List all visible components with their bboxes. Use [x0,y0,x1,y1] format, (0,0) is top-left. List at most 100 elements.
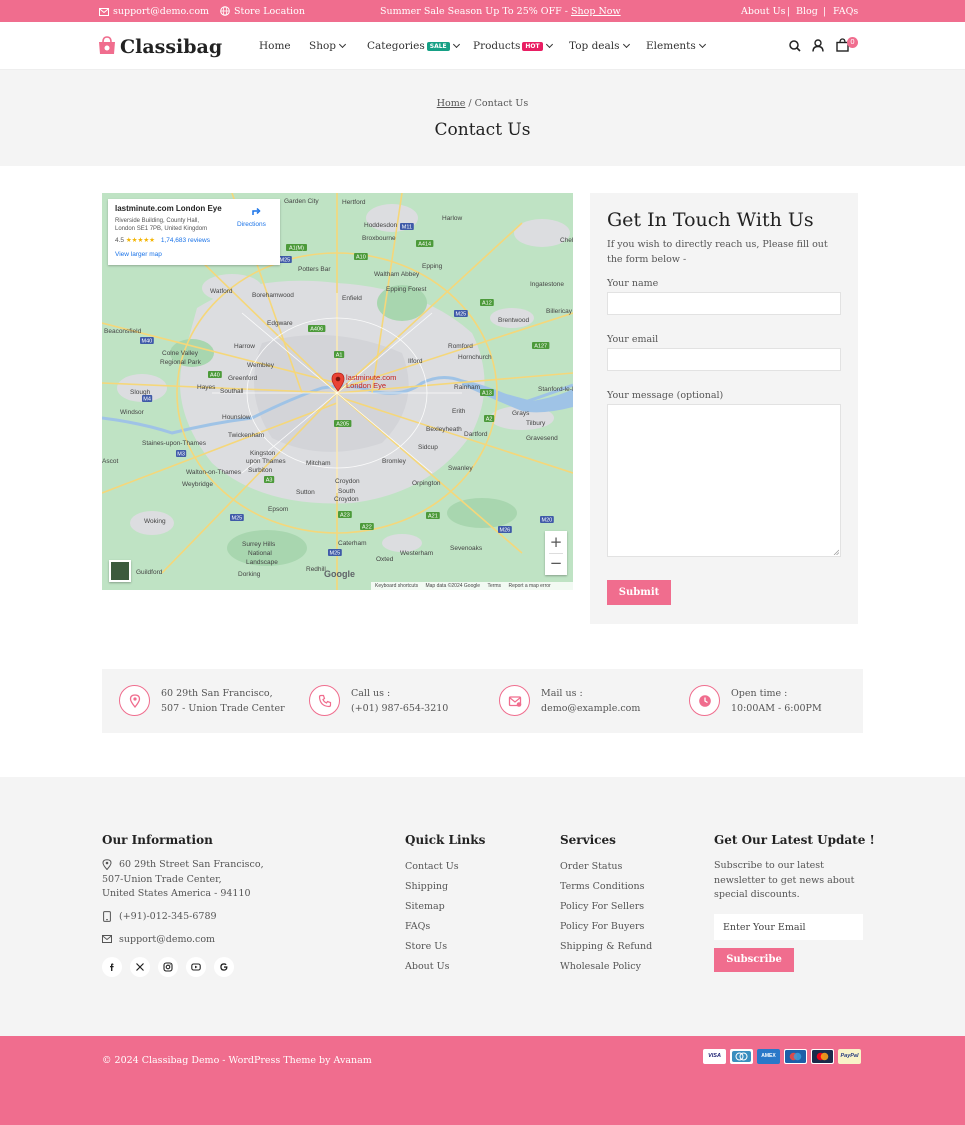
map-place-label: Caterham [338,540,367,547]
map-place-label: Hornchurch [458,354,492,361]
youtube-button[interactable] [186,957,206,977]
footer-phone[interactable]: (+91)-012-345-6789 [119,910,217,925]
map-road-shield: A406 [308,325,326,333]
cart-count-badge: 0 [847,37,858,48]
svg-text:M20: M20 [542,518,553,524]
breadcrumb-home-link[interactable]: Home [437,98,466,109]
map-place-label: Twickenham [228,432,264,439]
map-place-label: Walton-on-Thames [186,469,242,476]
map-place-label: Dorking [238,571,261,578]
footer-link-order-status[interactable]: Order Status [560,861,622,872]
view-larger-map-link[interactable]: View larger map [115,251,162,258]
resize-handle-icon[interactable] [833,549,839,555]
topbar-email[interactable]: support@demo.com [99,6,209,17]
topbar-store-location-text: Store Location [234,6,305,17]
footer-link-about[interactable]: About Us [405,961,450,972]
svg-text:A2: A2 [486,417,493,423]
nav-shop[interactable]: Shop [309,40,347,52]
shopping-bag-logo-icon[interactable] [97,35,117,56]
google-map[interactable]: TringGarden CityHertfordHoddesdonHarlowB… [102,193,573,590]
map-place-label: Watford [210,288,233,295]
svg-text:M25: M25 [456,312,467,318]
topbar-link-about[interactable]: About Us [741,6,786,17]
topbar-link-faqs[interactable]: FAQs [833,6,858,17]
map-road-shield: A414 [416,240,434,248]
info-line: 10:00AM - 6:00PM [731,703,822,714]
email-input[interactable] [607,348,841,371]
svg-text:A40: A40 [210,373,220,379]
footer-link-sitemap[interactable]: Sitemap [405,901,445,912]
nav-categories[interactable]: Categories SALE [367,40,460,52]
footer-link-faqs[interactable]: FAQs [405,921,430,932]
site-logo[interactable]: Classibag [120,36,222,58]
subscribe-button[interactable]: Subscribe [714,948,794,972]
phone-icon [318,694,332,708]
sale-badge: SALE [426,42,450,51]
form-title: Get In Touch With Us [607,209,814,231]
site-footer: Our Information 60 29th Street San Franc… [0,777,965,1036]
submit-button[interactable]: Submit [607,580,671,605]
svg-text:M26: M26 [500,528,511,534]
map-place-label: Greenford [228,375,258,382]
copyright-text: © 2024 Classibag Demo - WordPress Theme … [102,1055,372,1066]
footer-email[interactable]: support@demo.com [119,933,215,948]
nav-products[interactable]: Products HOT [473,40,553,52]
facebook-button[interactable] [102,957,122,977]
newsletter-email-input[interactable]: Enter Your Email [714,914,863,940]
message-textarea[interactable] [607,404,841,557]
info-line: 60 29th San Francisco, [161,688,273,699]
svg-text:A414: A414 [418,242,431,248]
report-error-link[interactable]: Report a map error [508,583,550,589]
chevron-down-icon [452,40,460,49]
topbar-store-location[interactable]: Store Location [220,6,305,17]
footer-link-sellers[interactable]: Policy For Sellers [560,901,644,912]
info-text: Open time : 10:00AM - 6:00PM [731,686,822,716]
zoom-in-button[interactable]: + [545,531,567,553]
map-place-label: Erith [452,408,466,415]
youtube-icon [191,963,201,971]
map-reviews-link[interactable]: 1,74,683 reviews [161,237,210,244]
directions-link[interactable]: Directions [237,221,266,228]
name-input[interactable] [607,292,841,315]
footer-link-store[interactable]: Store Us [405,941,447,952]
footer-link-wholesale[interactable]: Wholesale Policy [560,961,641,972]
x-twitter-button[interactable] [130,957,150,977]
contact-form-panel: Get In Touch With Us If you wish to dire… [590,193,858,624]
topbar-link-blog[interactable]: Blog [796,6,818,17]
search-icon[interactable] [789,40,801,52]
nav-label: Home [259,40,291,52]
map-place-label: upon Thames [246,458,286,465]
map-place-label: Oxted [376,556,394,563]
footer-link-refund[interactable]: Shipping & Refund [560,941,652,952]
footer-link-terms[interactable]: Terms Conditions [560,881,644,892]
mail-icon [99,8,109,16]
directions-icon[interactable] [249,205,263,219]
info-line[interactable]: demo@example.com [541,703,640,714]
nav-home[interactable]: Home [259,40,291,52]
svg-text:A21: A21 [428,514,438,520]
nav-elements[interactable]: Elements [646,40,706,52]
map-place-label: Brentwood [498,317,529,324]
shop-now-link[interactable]: Shop Now [571,6,621,17]
map-pin-icon[interactable] [331,372,345,392]
footer-link-buyers[interactable]: Policy For Buyers [560,921,644,932]
x-twitter-icon [136,963,144,971]
footer-link-shipping[interactable]: Shipping [405,881,448,892]
map-place-label: Croydon [335,478,360,485]
chevron-down-icon [545,40,553,49]
map-layer-toggle[interactable] [109,560,131,582]
map-place-label: Rainham [454,384,480,391]
instagram-button[interactable] [158,957,178,977]
nav-top-deals[interactable]: Top deals [569,40,630,52]
chevron-down-icon [622,40,630,49]
location-icon [102,859,112,870]
nav-label: Elements [646,40,696,52]
terms-link[interactable]: Terms [487,583,501,589]
google-button[interactable] [214,957,234,977]
keyboard-shortcuts-link[interactable]: Keyboard shortcuts [375,583,418,589]
zoom-out-button[interactable]: − [545,553,567,575]
info-line[interactable]: (+01) 987-654-3210 [351,703,448,714]
map-place-label: Windsor [120,409,145,416]
footer-link-contact[interactable]: Contact Us [405,861,459,872]
user-icon[interactable] [812,39,824,52]
